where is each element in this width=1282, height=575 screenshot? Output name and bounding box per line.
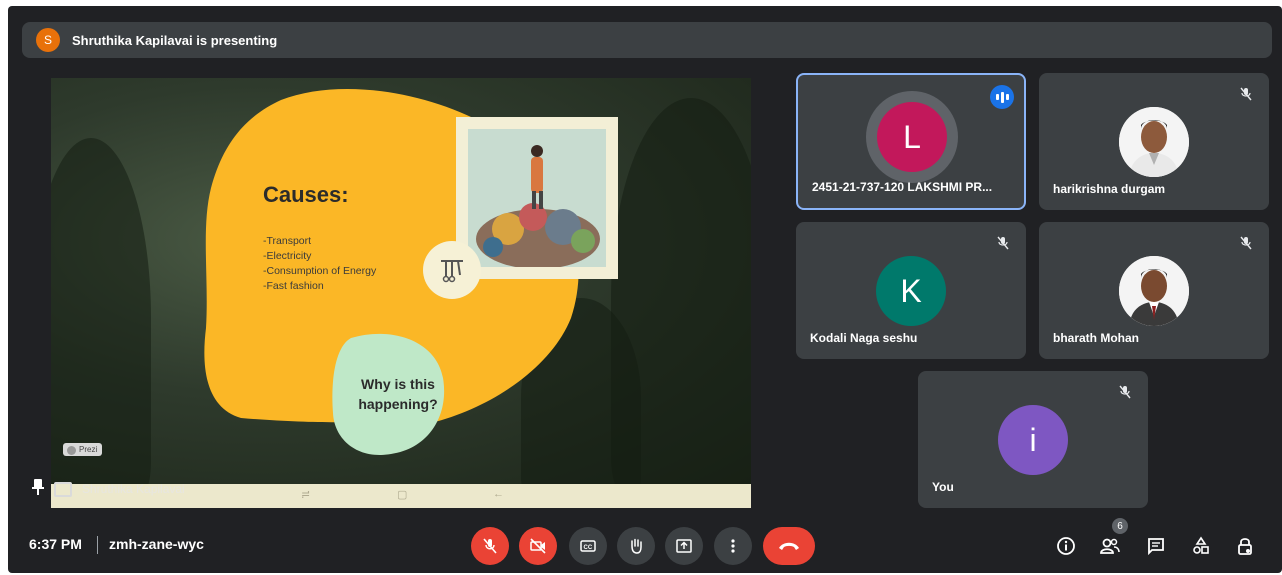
activities-button[interactable]	[1189, 534, 1213, 558]
raise-hand-button[interactable]	[617, 527, 655, 565]
clothes-rack-icon	[423, 241, 481, 299]
mic-off-icon	[1237, 85, 1255, 103]
slide-shapes	[204, 88, 579, 455]
participant-tile[interactable]: K Kodali Naga seshu	[796, 222, 1026, 359]
avatar: K	[876, 256, 946, 326]
people-button[interactable]	[1098, 534, 1122, 558]
more-options-button[interactable]	[714, 527, 752, 565]
why-line-1: Why is this	[361, 376, 435, 392]
monitor-icon	[54, 481, 72, 497]
why-line-2: happening?	[358, 396, 438, 412]
participant-name: Kodali Naga seshu	[810, 331, 918, 345]
cause-item: -Electricity	[263, 250, 312, 262]
self-tile[interactable]: i You	[918, 371, 1148, 508]
activities-icon	[1193, 536, 1209, 554]
meeting-time: 6:37 PM	[29, 536, 82, 552]
participant-count-badge: 6	[1112, 518, 1128, 534]
host-controls-icon	[1238, 538, 1252, 555]
participant-name: 2451-21-737-120 LAKSHMI PR...	[812, 180, 993, 194]
svg-text:CC: CC	[584, 545, 593, 551]
raise-hand-icon	[631, 538, 642, 554]
slide-image-frame	[456, 117, 618, 279]
presenting-text: Shruthika Kapilavai is presenting	[72, 32, 278, 48]
participant-name: bharath Mohan	[1053, 331, 1139, 345]
presenter-avatar: S	[36, 28, 60, 52]
mic-off-icon	[994, 234, 1012, 252]
participant-tile[interactable]: L 2451-21-737-120 LAKSHMI PR...	[796, 73, 1026, 210]
shared-slide: Causes: -Transport -Electricity -Consump…	[51, 78, 751, 484]
camera-toggle-button[interactable]	[519, 527, 557, 565]
meeting-code: zmh-zane-wyc	[109, 536, 204, 552]
avatar	[1119, 256, 1189, 326]
prezi-badge[interactable]: Prezi	[63, 443, 103, 456]
avatar: i	[998, 405, 1068, 475]
nav-back-icon[interactable]: ←	[493, 488, 504, 500]
participant-name: You	[932, 480, 954, 494]
mic-toggle-button[interactable]	[471, 527, 509, 565]
captions-button[interactable]: CC	[569, 527, 607, 565]
speaking-indicator-icon	[990, 85, 1014, 109]
present-icon	[676, 539, 692, 553]
nav-home-icon[interactable]: ▢	[397, 488, 407, 501]
presenter-name: Shruthika Kapilavai	[82, 482, 185, 496]
participant-tile[interactable]: harikrishna durgam	[1039, 73, 1269, 210]
camera-off-icon	[530, 538, 546, 554]
presenting-banner: S Shruthika Kapilavai is presenting	[22, 22, 1272, 58]
nav-menu-icon[interactable]: ≓	[301, 488, 310, 501]
host-controls-button[interactable]	[1233, 534, 1257, 558]
why-bubble-text: Why is this happening?	[344, 374, 452, 414]
meet-window: S Shruthika Kapilavai is presenting Caus…	[8, 6, 1282, 573]
present-button[interactable]	[665, 527, 703, 565]
participant-name: harikrishna durgam	[1053, 182, 1166, 196]
info-icon	[1057, 537, 1075, 555]
chat-icon	[1148, 538, 1164, 556]
clothes-pile-illustration	[476, 145, 600, 267]
leave-call-button[interactable]	[763, 527, 815, 565]
hangup-icon	[779, 542, 799, 550]
chat-button[interactable]	[1144, 534, 1168, 558]
pin-icon[interactable]	[32, 479, 44, 499]
captions-icon: CC	[580, 540, 596, 552]
fashion-waste-illustration	[468, 129, 606, 267]
avatar: L	[877, 102, 947, 172]
avatar	[1119, 107, 1189, 177]
mic-off-icon	[1116, 383, 1134, 401]
divider	[97, 536, 98, 554]
slide-title: Causes:	[263, 182, 349, 207]
mic-off-icon	[483, 538, 497, 554]
cause-item: -Transport	[263, 235, 312, 247]
cause-item: -Fast fashion	[263, 280, 324, 292]
more-icon	[731, 539, 735, 553]
people-icon	[1100, 538, 1120, 554]
presenter-label-row: Shruthika Kapilavai	[32, 478, 185, 500]
participant-tile[interactable]: bharath Mohan	[1039, 222, 1269, 359]
mic-off-icon	[1237, 234, 1255, 252]
cause-item: -Consumption of Energy	[263, 265, 377, 277]
causes-list: -Transport -Electricity -Consumption of …	[263, 234, 376, 294]
meeting-details-button[interactable]	[1054, 534, 1078, 558]
